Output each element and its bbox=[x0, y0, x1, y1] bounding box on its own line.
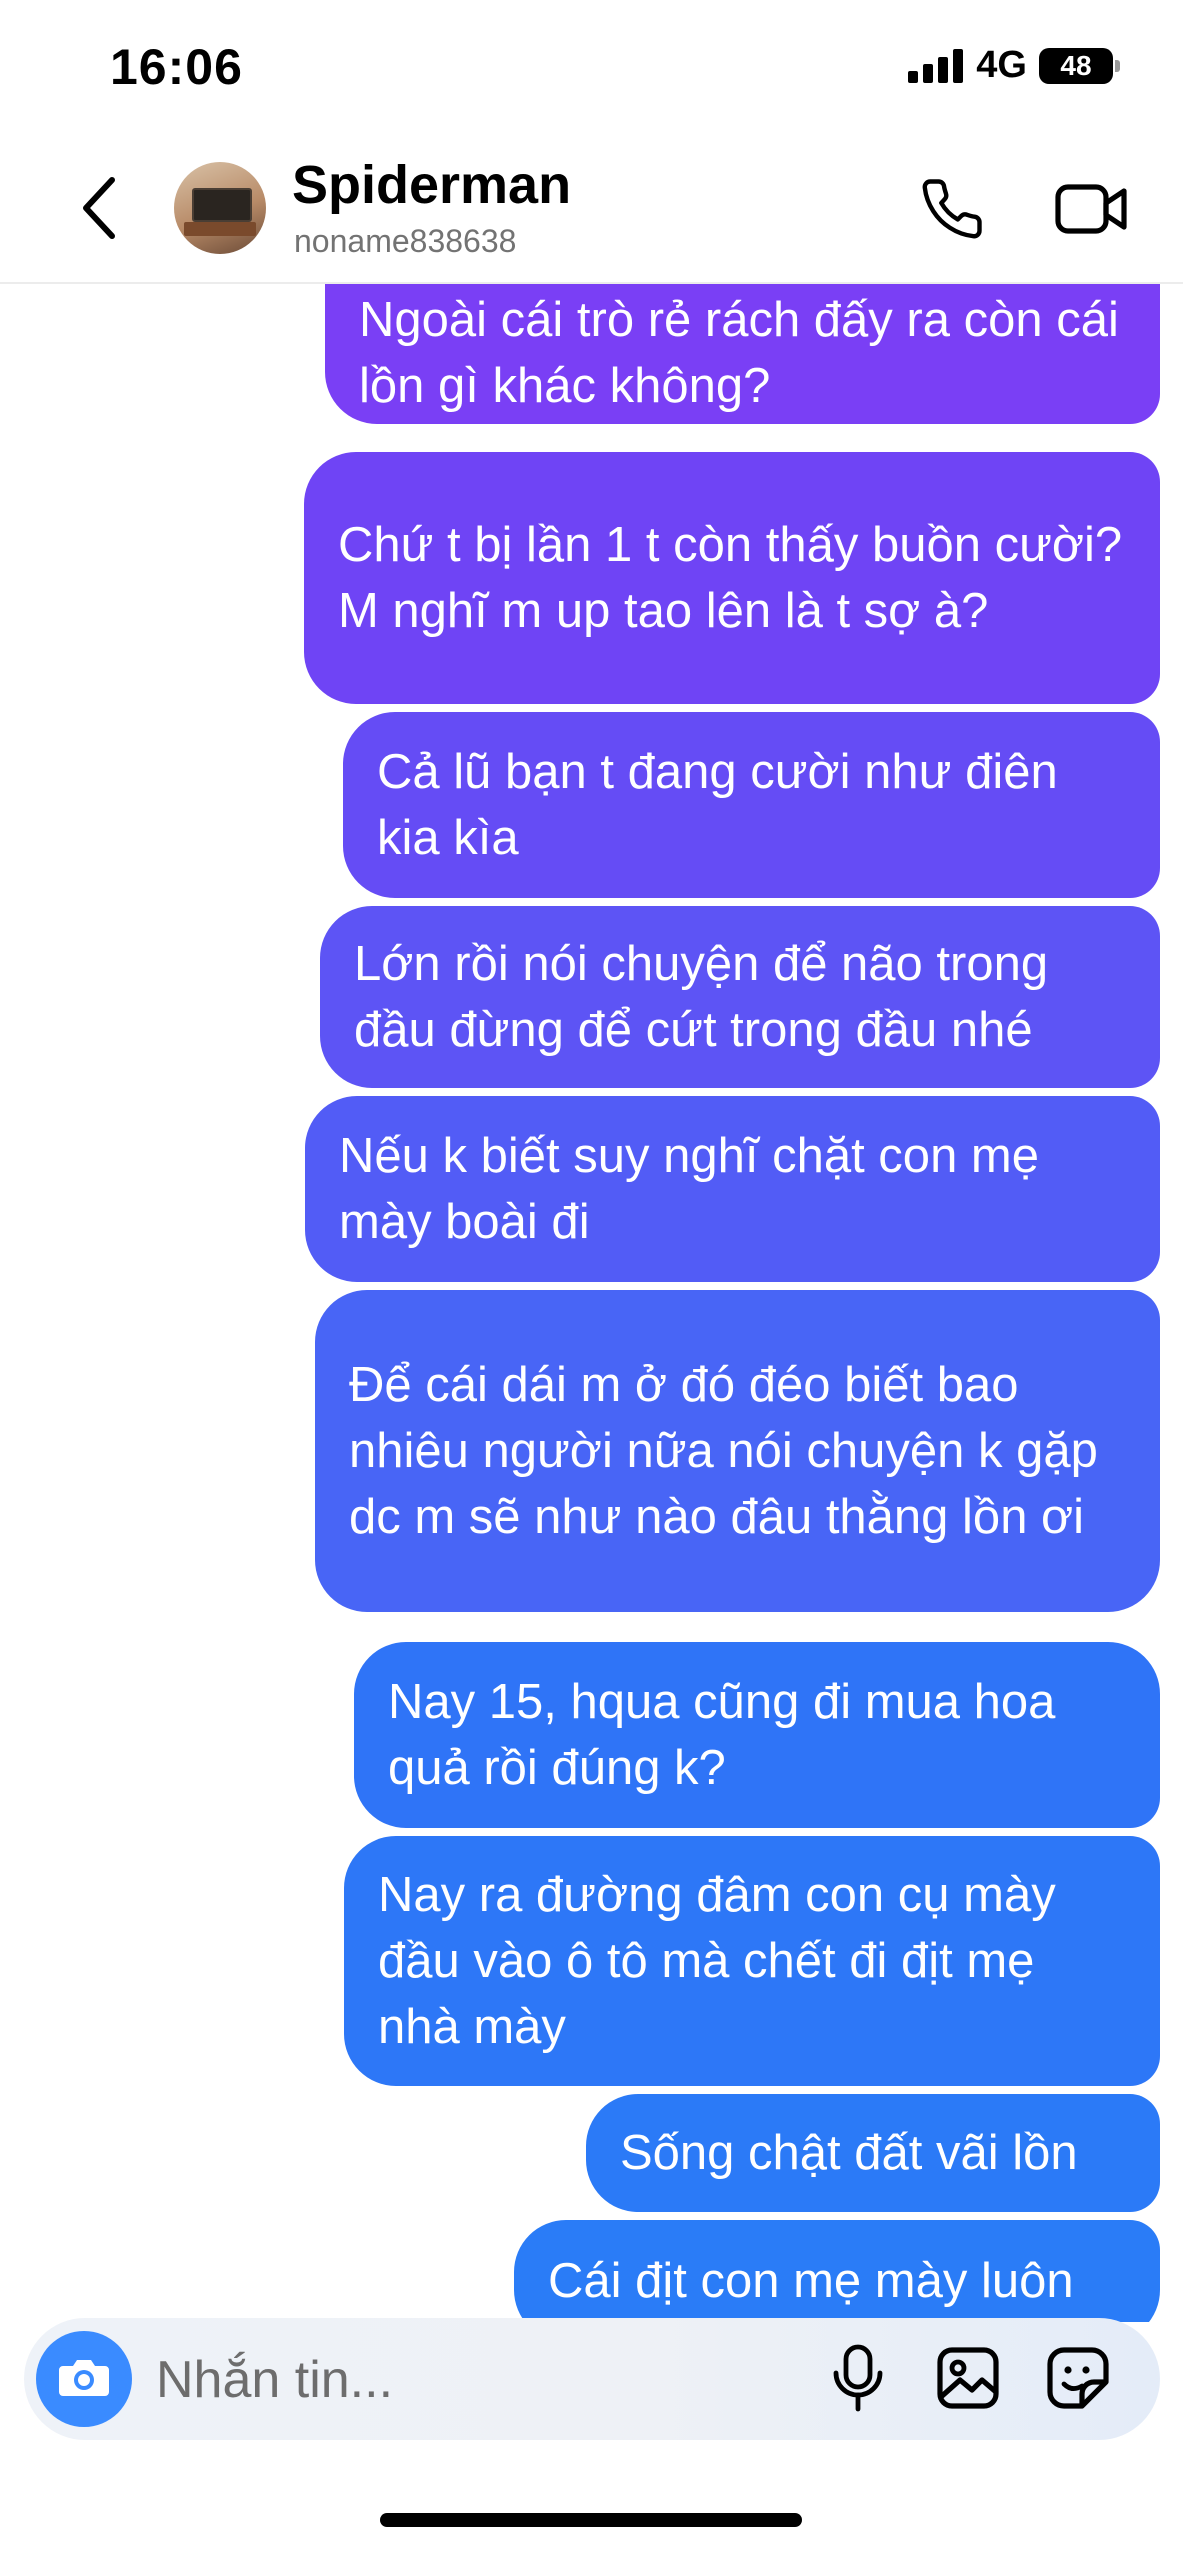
video-call-button[interactable] bbox=[1050, 174, 1134, 248]
signal-icon bbox=[908, 48, 964, 83]
message-text: Cái địt con mẹ mày luôn bbox=[548, 2254, 1074, 2308]
status-indicators: 4G 48 bbox=[908, 44, 1120, 87]
gallery-button[interactable] bbox=[929, 2341, 1007, 2419]
message-text: Sống chật đất vãi lồn bbox=[620, 2126, 1078, 2180]
phone-icon bbox=[919, 176, 985, 247]
message-list[interactable]: Ngoài cái trò rẻ rách đấy ra còn cái lồn… bbox=[0, 282, 1183, 2322]
chat-screen: 16:06 4G 48 Spiderman noname838638 Ngoài… bbox=[0, 0, 1183, 2560]
message-bubble[interactable]: Nếu k biết suy nghĩ chặt con mẹ mày boài… bbox=[305, 1096, 1160, 1282]
battery-icon: 48 bbox=[1039, 47, 1120, 84]
message-bubble[interactable]: Ngoài cái trò rẻ rách đấy ra còn cái lồn… bbox=[325, 282, 1160, 424]
contact-username: noname838638 bbox=[294, 223, 517, 259]
message-text: Để cái dái m ở đó đéo biết bao nhiêu ngư… bbox=[349, 1358, 1098, 1544]
image-icon bbox=[936, 2346, 1000, 2415]
status-bar: 16:06 4G 48 bbox=[0, 0, 1183, 140]
message-bubble[interactable]: Nay ra đường đâm con cụ mày đầu vào ô tô… bbox=[344, 1836, 1160, 2086]
call-button[interactable] bbox=[915, 174, 989, 248]
sticker-button[interactable] bbox=[1039, 2341, 1117, 2419]
home-indicator[interactable] bbox=[380, 2513, 802, 2527]
camera-button[interactable] bbox=[36, 2331, 132, 2427]
chevron-left-icon bbox=[80, 176, 120, 245]
message-composer bbox=[24, 2318, 1160, 2440]
voice-message-button[interactable] bbox=[819, 2341, 897, 2419]
message-text: Nay 15, hqua cũng đi mua hoa quả rồi đún… bbox=[388, 1675, 1056, 1795]
chat-header: Spiderman noname838638 bbox=[0, 140, 1183, 284]
avatar[interactable] bbox=[174, 162, 266, 254]
message-bubble[interactable]: Nay 15, hqua cũng đi mua hoa quả rồi đún… bbox=[354, 1642, 1160, 1828]
message-input[interactable] bbox=[154, 2342, 798, 2418]
message-text: Nếu k biết suy nghĩ chặt con mẹ mày boài… bbox=[339, 1129, 1039, 1249]
message-bubble[interactable]: Để cái dái m ở đó đéo biết bao nhiêu ngư… bbox=[315, 1290, 1160, 1612]
camera-icon bbox=[57, 2354, 111, 2405]
sticker-icon bbox=[1046, 2346, 1110, 2415]
video-camera-icon bbox=[1054, 179, 1130, 244]
message-text: Ngoài cái trò rẻ rách đấy ra còn cái lồn… bbox=[359, 293, 1119, 413]
message-text: Nay ra đường đâm con cụ mày đầu vào ô tô… bbox=[378, 1868, 1056, 2054]
message-bubble[interactable]: Lớn rồi nói chuyện để não trong đầu đừng… bbox=[320, 906, 1160, 1088]
message-bubble[interactable]: Chứ t bị lần 1 t còn thấy buồn cười? M n… bbox=[304, 452, 1160, 704]
message-bubble[interactable]: Cái địt con mẹ mày luôn bbox=[514, 2220, 1160, 2322]
back-button[interactable] bbox=[60, 170, 140, 250]
message-text: Lớn rồi nói chuyện để não trong đầu đừng… bbox=[354, 937, 1049, 1057]
status-time: 16:06 bbox=[110, 39, 243, 95]
microphone-icon bbox=[832, 2343, 884, 2418]
network-type: 4G bbox=[976, 44, 1027, 86]
battery-level: 48 bbox=[1060, 49, 1092, 81]
message-bubble[interactable]: Sống chật đất vãi lồn bbox=[586, 2094, 1160, 2212]
message-text: Cả lũ bạn t đang cười như điên kia kìa bbox=[377, 745, 1058, 865]
contact-name[interactable]: Spiderman bbox=[292, 154, 571, 216]
message-text: Chứ t bị lần 1 t còn thấy buồn cười? M n… bbox=[338, 518, 1123, 638]
message-bubble[interactable]: Cả lũ bạn t đang cười như điên kia kìa bbox=[343, 712, 1160, 898]
